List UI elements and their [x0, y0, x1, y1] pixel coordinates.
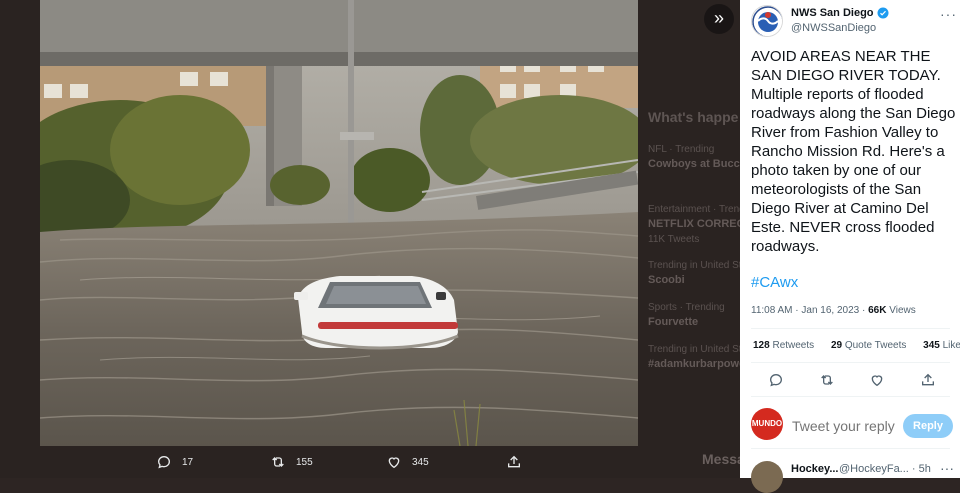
trend-item: Sports · Trending Fourvette [648, 302, 725, 328]
share-icon [508, 455, 520, 468]
trend-item: NFL · TrendingCowboys at Buccan [648, 144, 740, 170]
reply-count: 17 [182, 456, 194, 468]
likes-stat[interactable]: 345 Likes [923, 340, 960, 351]
retweet-count: 155 [296, 456, 313, 468]
author-handle[interactable]: @NWSSanDiego [791, 22, 876, 34]
views-count: 66K [868, 305, 887, 316]
reply-author-name[interactable]: Hockey... [791, 463, 839, 475]
retweet-icon[interactable] [819, 372, 835, 388]
user-avatar[interactable]: MUNDO [751, 408, 783, 440]
like-count: 345 [412, 456, 429, 468]
more-options-icon[interactable]: ··· [940, 460, 954, 476]
divider [751, 396, 950, 397]
author-name[interactable]: NWS San Diego [791, 7, 889, 19]
reply-icon [157, 455, 171, 469]
tweet-detail-panel: NWS San Diego @NWSSanDiego ··· AVOID ARE… [740, 0, 960, 493]
hashtag-link[interactable]: #CAwx [751, 274, 798, 291]
retweets-stat[interactable]: 128 Retweets [753, 340, 814, 351]
photo-retweet-button[interactable]: 155 [270, 454, 313, 470]
tweet-action-bar [740, 370, 960, 390]
photo-share-button[interactable] [506, 454, 532, 470]
reply-author-avatar[interactable] [751, 461, 783, 493]
photo-action-bar: 17 155 345 [40, 446, 640, 478]
photo-like-button[interactable]: 345 [386, 454, 429, 470]
divider [751, 362, 950, 363]
divider [751, 448, 950, 449]
reply-input[interactable] [792, 418, 902, 434]
share-icon[interactable] [920, 372, 936, 388]
dimmed-sidebar: What's happe NFL · Trending Cowboys at Bu… [640, 0, 740, 478]
messages-label: Messa [702, 451, 740, 467]
retweet-icon [272, 457, 284, 467]
tweet-timestamp: 11:08 AM · Jan 16, 2023 · 66K Views [751, 305, 916, 316]
expand-icon[interactable]: » [704, 4, 734, 34]
verified-badge-icon [877, 7, 889, 19]
reply-tweet[interactable]: Hockey... @HockeyFa... · 5h ··· [740, 456, 960, 493]
divider [751, 328, 950, 329]
trends-heading: What's happe [648, 109, 739, 125]
photo-reply-button[interactable]: 17 [156, 454, 193, 470]
author-avatar[interactable] [751, 5, 783, 37]
reply-author-handle: @HockeyFa... · 5h [839, 463, 931, 475]
nws-logo-icon [752, 6, 782, 36]
reply-icon[interactable] [768, 372, 784, 388]
quote-tweets-stat[interactable]: 29 Quote Tweets [831, 340, 906, 351]
flooded-road-photo [40, 0, 638, 446]
tweet-photo[interactable] [40, 0, 638, 446]
reply-button[interactable]: Reply [903, 414, 953, 438]
heart-icon [388, 457, 400, 469]
trend-item: Trending in United StatesScoobi [648, 260, 740, 286]
heart-icon[interactable] [869, 372, 885, 388]
trend-item: Entertainment · TrendingNETFLIX CORRECT1… [648, 204, 740, 245]
more-options-icon[interactable]: ··· [940, 6, 957, 22]
engagement-stats: 128 Retweets 29 Quote Tweets 345 Likes [753, 340, 960, 351]
tweet-text: AVOID AREAS NEAR THE SAN DIEGO RIVER TOD… [751, 48, 960, 255]
trend-item: Trending in United States#adamkurbarpowe… [648, 344, 740, 370]
